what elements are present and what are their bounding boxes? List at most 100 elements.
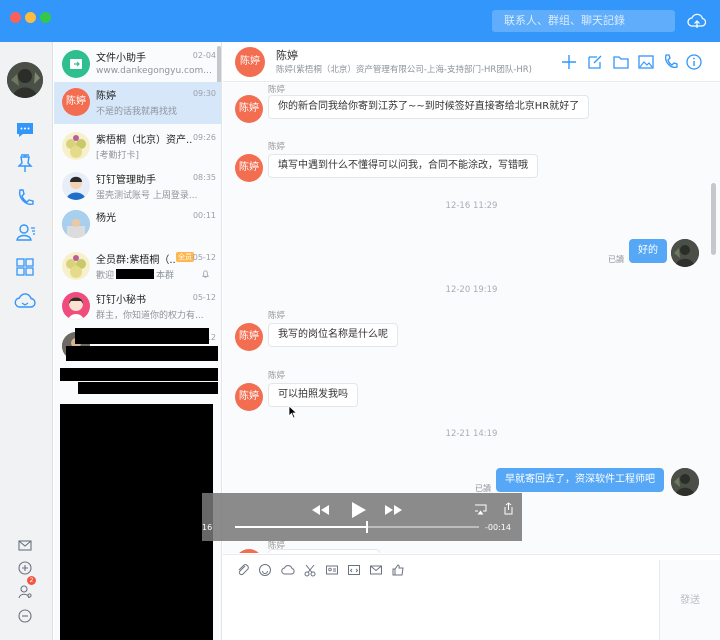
conversation-name: 陈婷	[96, 91, 116, 102]
emoji-icon[interactable]	[258, 563, 272, 577]
message-bubble[interactable]: 可以拍照发我吗	[268, 383, 358, 407]
scissors-icon[interactable]	[303, 563, 317, 577]
conversation-item[interactable]: 陈婷 陈婷 09:30 不是的话我就再找找	[54, 82, 221, 124]
progress-track[interactable]	[235, 521, 479, 533]
message-sender: 陈婷	[268, 142, 286, 152]
time-divider: 12-21 14:19	[445, 429, 498, 439]
my-avatar[interactable]	[7, 62, 43, 98]
airplay-icon[interactable]	[474, 504, 487, 515]
file-helper-avatar	[62, 50, 90, 78]
compose-area[interactable]: 發送	[223, 554, 720, 640]
sender-avatar[interactable]: 陈婷	[235, 549, 263, 553]
conversation-time: 02-04	[192, 51, 216, 60]
chat-scrollbar[interactable]	[711, 183, 716, 255]
progress-fill	[235, 526, 367, 528]
attachment-icon[interactable]	[236, 563, 250, 577]
info-icon[interactable]	[685, 53, 703, 71]
play-icon[interactable]	[349, 501, 367, 519]
workbench-icon[interactable]	[14, 256, 36, 278]
settings-user-icon[interactable]	[17, 584, 33, 600]
call-icon[interactable]	[661, 53, 679, 71]
conversation-preview: 群主，你知道你的权力有...	[96, 311, 204, 321]
time-divider: 12-16 11:29	[445, 201, 498, 211]
title-bar	[0, 0, 720, 42]
mail-icon[interactable]	[17, 537, 33, 553]
global-search-input[interactable]	[492, 10, 675, 32]
close-window-button[interactable]	[10, 12, 21, 23]
contacts-icon[interactable]	[14, 221, 36, 243]
mail-icon[interactable]	[369, 563, 383, 577]
sender-avatar[interactable]: 陈婷	[235, 323, 263, 351]
chat-contact-avatar[interactable]: 陈婷	[235, 47, 265, 77]
code-icon[interactable]	[347, 563, 361, 577]
elapsed-time: 16	[202, 523, 213, 532]
conversation-name: 钉钉小秘书	[96, 295, 146, 306]
phone-icon[interactable]	[14, 187, 36, 209]
message-bubble[interactable]	[268, 549, 380, 553]
chat-contact-name[interactable]: 陈婷	[276, 47, 298, 63]
add-member-icon[interactable]	[560, 53, 578, 71]
preview-suffix: 本群	[156, 271, 175, 281]
pin-icon[interactable]	[14, 152, 36, 174]
conversation-preview: [考勤打卡]	[96, 151, 140, 161]
redaction-block	[66, 346, 218, 361]
ding-icon[interactable]	[586, 53, 604, 71]
conversation-time: 05-12	[192, 253, 216, 262]
my-message-bubble[interactable]: 好的	[629, 239, 667, 263]
more-icon[interactable]	[17, 608, 33, 624]
conversation-name: 杨光	[96, 213, 116, 224]
media-player[interactable]: 16 -00:14	[202, 493, 522, 541]
maximize-window-button[interactable]	[40, 12, 51, 23]
progress-handle[interactable]	[365, 521, 368, 533]
redaction-block	[75, 328, 209, 344]
mute-icon	[202, 270, 209, 278]
admin-avatar	[62, 172, 90, 200]
all-members-tag: 全员	[176, 252, 194, 262]
redaction-block	[60, 404, 213, 640]
sender-avatar[interactable]: 陈婷	[235, 154, 263, 182]
conversation-item[interactable]: 钉钉小秘书 05-12 群主，你知道你的权力有...	[54, 286, 221, 328]
messages-icon[interactable]	[14, 119, 36, 141]
redaction-block	[78, 382, 218, 394]
message-bubble[interactable]: 填写中遇到什么不懂得可以问我，合同不能涂改，写错哦	[268, 154, 538, 178]
image-icon[interactable]	[637, 53, 655, 71]
message-bubble[interactable]: 我写的岗位名称是什么呢	[268, 323, 398, 347]
conversation-time: 05-12	[192, 293, 216, 302]
sender-avatar[interactable]: 陈婷	[235, 95, 263, 123]
cloud-file-icon[interactable]	[281, 563, 295, 577]
message-bubble[interactable]: 你的新合同我给你寄到江苏了~~到时候签好直接寄给北京HR就好了	[268, 95, 590, 119]
cloud-drive-icon[interactable]	[14, 290, 36, 312]
like-icon[interactable]	[391, 563, 405, 577]
folder-icon[interactable]	[612, 53, 630, 71]
message-sender: 陈婷	[268, 311, 286, 321]
conversation-preview: www.dankegongyu.com...	[96, 66, 212, 76]
rewind-icon[interactable]	[310, 503, 330, 517]
conversation-item[interactable]: 文件小助手 02-04 www.dankegongyu.com...	[54, 44, 221, 86]
add-icon[interactable]	[17, 560, 33, 576]
mouse-cursor-icon	[288, 405, 298, 419]
conversation-item[interactable]: 全员群:紫梧桐（... 全员 05-12 歡迎 本群	[54, 246, 221, 288]
conversation-name: 全员群:紫梧桐（...	[96, 255, 176, 266]
photo-avatar	[62, 210, 90, 238]
conversation-item[interactable]: 杨光 00:11	[54, 204, 221, 246]
share-icon[interactable]	[503, 502, 514, 515]
fast-forward-icon[interactable]	[384, 503, 404, 517]
chat-panel: 陈婷 陈婷 陈婷(紫梧桐（北京）资产管理有限公司-上海-支持部门-HR团队-HR…	[223, 42, 720, 640]
cloud-upload-icon[interactable]	[686, 10, 708, 32]
minimize-window-button[interactable]	[25, 12, 36, 23]
conversation-name: 文件小助手	[96, 53, 146, 64]
conversation-time: 09:26	[192, 133, 216, 142]
group-avatar	[62, 132, 90, 160]
redacted-name	[116, 269, 155, 279]
conversation-item[interactable]: 钉钉管理助手 08:35 蛋壳测试账号 上周登录...	[54, 166, 221, 208]
time-divider: 12-20 19:19	[445, 285, 498, 295]
chat-header: 陈婷 陈婷 陈婷(紫梧桐（北京）资产管理有限公司-上海-支持部门-HR团队-HR…	[223, 42, 720, 82]
my-message-bubble[interactable]: 早就寄回去了，资深软件工程师吧	[496, 468, 664, 492]
my-message-avatar[interactable]	[671, 239, 699, 267]
conversation-item[interactable]: 紫梧桐（北京）资产... 09:26 [考勤打卡]	[54, 126, 221, 168]
send-button[interactable]: 發送	[659, 560, 720, 640]
my-message-avatar[interactable]	[671, 468, 699, 496]
sender-avatar[interactable]: 陈婷	[235, 383, 263, 411]
conversation-time: 08:35	[192, 173, 216, 182]
card-icon[interactable]	[325, 563, 339, 577]
